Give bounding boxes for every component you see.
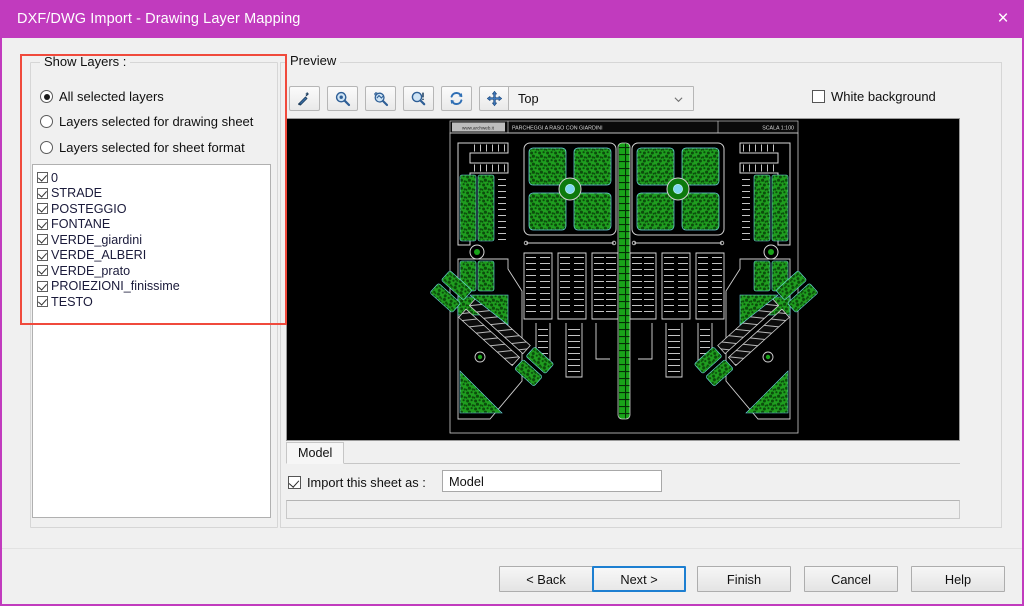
radio-label: All selected layers xyxy=(59,89,164,104)
close-icon[interactable]: × xyxy=(980,0,1024,38)
zoom-fit-icon[interactable] xyxy=(403,86,434,111)
layer-checkbox[interactable] xyxy=(37,187,48,199)
layer-label: VERDE_giardini xyxy=(51,232,142,247)
zoom-in-icon[interactable] xyxy=(327,86,358,111)
window-title: DXF/DWG Import - Drawing Layer Mapping xyxy=(17,11,301,27)
central-hedge-strip xyxy=(617,142,631,420)
help-button[interactable]: Help xyxy=(911,566,1005,592)
layer-checkbox[interactable] xyxy=(37,234,48,246)
select-pen-icon[interactable] xyxy=(289,86,320,111)
list-item[interactable]: VERDE_giardini xyxy=(33,232,270,248)
layer-label: STRADE xyxy=(51,186,103,201)
list-item[interactable]: POSTEGGIO xyxy=(33,201,270,217)
drawing-scale: SCALA 1:100 xyxy=(762,125,794,131)
sheet-tabstrip: Model xyxy=(286,442,960,464)
drawing-watermark: www.archweb.it xyxy=(462,126,495,131)
layer-label: 0 xyxy=(51,170,59,185)
layer-label: POSTEGGIO xyxy=(51,201,127,216)
refresh-icon[interactable] xyxy=(441,86,472,111)
show-layers-legend: Show Layers : xyxy=(40,54,131,69)
radio-layers-drawing-sheet[interactable]: Layers selected for drawing sheet xyxy=(40,114,253,129)
cad-preview-canvas[interactable]: www.archweb.it PARCHEGGI A RASO CON GIAR… xyxy=(286,118,960,441)
preview-legend: Preview xyxy=(286,53,341,68)
next-button[interactable]: Next > xyxy=(592,566,686,592)
list-item[interactable]: TESTO xyxy=(33,294,270,310)
layer-checkbox[interactable] xyxy=(37,296,48,308)
tab-model[interactable]: Model xyxy=(286,442,345,464)
list-item[interactable]: PROIEZIONI_finissime xyxy=(33,279,270,295)
radio-layers-sheet-format[interactable]: Layers selected for sheet format xyxy=(40,140,245,155)
back-button[interactable]: < Back xyxy=(499,566,593,592)
preview-panel: Preview Top White background www.archweb… xyxy=(280,48,1002,530)
pan-icon[interactable] xyxy=(479,86,510,111)
layer-checkbox[interactable] xyxy=(37,172,48,184)
white-background-label: White background xyxy=(831,89,936,104)
layer-checkbox[interactable] xyxy=(37,218,48,230)
view-select-value: Top xyxy=(518,91,539,106)
layer-label: FONTANE xyxy=(51,217,111,232)
radio-label: Layers selected for drawing sheet xyxy=(59,114,254,129)
list-item[interactable]: STRADE xyxy=(33,186,270,202)
layer-label: VERDE_prato xyxy=(51,263,131,278)
chevron-down-icon xyxy=(674,97,683,103)
drawing-title: PARCHEGGI A RASO CON GIARDINI xyxy=(512,125,603,131)
finish-button[interactable]: Finish xyxy=(697,566,791,592)
list-item[interactable]: 0 xyxy=(33,170,270,186)
import-sheet-label: Import this sheet as : xyxy=(307,475,426,490)
show-layers-panel: Show Layers : All selected layers Layers… xyxy=(14,48,287,530)
radio-indicator xyxy=(40,141,53,154)
list-item[interactable]: VERDE_ALBERI xyxy=(33,248,270,264)
radio-indicator xyxy=(40,90,53,103)
dxf-import-dialog: DXF/DWG Import - Drawing Layer Mapping ×… xyxy=(0,0,1024,606)
layer-label: PROIEZIONI_finissime xyxy=(51,279,180,294)
import-sheet-checkbox[interactable]: Import this sheet as : xyxy=(288,475,426,490)
preview-toolbar xyxy=(289,86,510,111)
dialog-body: Show Layers : All selected layers Layers… xyxy=(2,38,1022,548)
layer-checkbox[interactable] xyxy=(37,280,48,292)
sheet-name-input[interactable]: Model xyxy=(442,470,662,492)
cancel-button[interactable]: Cancel xyxy=(804,566,898,592)
layer-label: TESTO xyxy=(51,294,93,309)
title-bar: DXF/DWG Import - Drawing Layer Mapping × xyxy=(2,0,1024,38)
zoom-window-icon[interactable] xyxy=(365,86,396,111)
view-orientation-select[interactable]: Top xyxy=(508,86,694,111)
radio-label: Layers selected for sheet format xyxy=(59,140,245,155)
list-item[interactable]: VERDE_prato xyxy=(33,263,270,279)
radio-all-selected-layers[interactable]: All selected layers xyxy=(40,89,164,104)
white-background-checkbox[interactable]: White background xyxy=(812,89,936,104)
layer-checkbox[interactable] xyxy=(37,265,48,277)
progress-status-bar xyxy=(286,500,960,519)
layer-checkbox[interactable] xyxy=(37,249,48,261)
checkbox-indicator xyxy=(288,476,301,489)
checkbox-indicator xyxy=(812,90,825,103)
dialog-footer: < Back Next > Finish Cancel Help xyxy=(2,548,1022,602)
layer-listbox[interactable]: 0 STRADE POSTEGGIO FONTANE VERDE_giardin… xyxy=(32,164,271,518)
layer-checkbox[interactable] xyxy=(37,203,48,215)
radio-indicator xyxy=(40,115,53,128)
list-item[interactable]: FONTANE xyxy=(33,217,270,233)
layer-label: VERDE_ALBERI xyxy=(51,248,147,263)
